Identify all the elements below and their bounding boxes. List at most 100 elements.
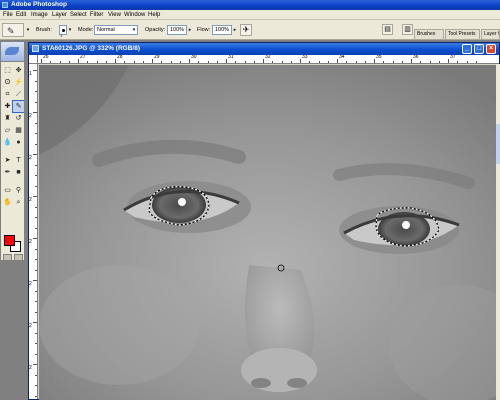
- eraser-icon[interactable]: ▱: [2, 125, 13, 136]
- quick-mask-button[interactable]: [14, 254, 23, 260]
- ruler-tick: [189, 59, 190, 63]
- path-select-icon[interactable]: ➤: [2, 155, 13, 166]
- menu-filter[interactable]: Filter: [90, 11, 103, 19]
- tool-preset-picker[interactable]: ✎: [2, 23, 24, 37]
- close-button[interactable]: ×: [486, 44, 496, 54]
- menu-view[interactable]: View: [108, 11, 121, 19]
- ruler-minor-tick: [35, 269, 37, 271]
- standard-mode-button[interactable]: [3, 254, 12, 260]
- shape-icon[interactable]: ■: [13, 167, 24, 178]
- chevron-down-icon[interactable]: ▾: [67, 25, 73, 35]
- foreground-color-swatch[interactable]: [4, 235, 15, 246]
- app-title-bar: Adobe Photoshop: [0, 0, 500, 10]
- menu-window[interactable]: Window: [124, 11, 145, 19]
- ruler-number: 37: [450, 55, 456, 60]
- menu-layer[interactable]: Layer: [52, 11, 67, 19]
- chevron-down-icon[interactable]: ▾: [25, 25, 31, 35]
- ruler-tick: [33, 70, 37, 71]
- zoom-icon[interactable]: ⌕: [13, 197, 24, 208]
- ruler-tick: [33, 238, 37, 239]
- ruler-tick: [152, 59, 153, 63]
- chevron-down-icon[interactable]: ▾: [131, 25, 137, 35]
- menu-edit[interactable]: Edit: [16, 11, 26, 19]
- palette-tab-tool-presets[interactable]: Tool Presets: [445, 29, 480, 39]
- ruler-minor-tick: [35, 259, 37, 260]
- adobe-feather-icon: [5, 47, 19, 55]
- menu-file[interactable]: File: [3, 11, 13, 19]
- scrollbar-thumb[interactable]: [496, 124, 500, 164]
- ruler-tick: [33, 364, 37, 365]
- ruler-tick: [41, 59, 42, 63]
- crop-icon[interactable]: ⌗: [2, 89, 13, 100]
- menu-image[interactable]: Image: [31, 11, 48, 19]
- ruler-minor-tick: [35, 311, 37, 313]
- brush-icon[interactable]: ✎: [12, 100, 24, 113]
- notes-icon[interactable]: ▭: [2, 185, 13, 196]
- ruler-minor-tick: [179, 61, 181, 63]
- ruler-tick: [33, 196, 37, 197]
- eyedropper-icon[interactable]: ⚲: [13, 185, 24, 196]
- maximize-button[interactable]: □: [474, 44, 484, 54]
- ruler-tick: [33, 322, 37, 323]
- ruler-tick: [337, 59, 338, 63]
- ruler-minor-tick: [35, 332, 37, 334]
- gradient-icon[interactable]: ▦: [13, 125, 24, 136]
- horizontal-ruler[interactable]: 26 27 28 29 30 31 32 33 34 35 36 37: [38, 55, 499, 64]
- chevron-right-icon[interactable]: ▸: [187, 25, 193, 35]
- ruler-origin[interactable]: [29, 55, 38, 64]
- ruler-number: 27: [80, 55, 86, 60]
- ruler-tick: [263, 59, 264, 63]
- ruler-minor-tick: [142, 61, 144, 63]
- ruler-minor-tick: [35, 385, 37, 386]
- document-title: STA60126.JPG @ 332% (RGB/8): [42, 45, 140, 52]
- marquee-icon[interactable]: ⬚: [2, 65, 13, 76]
- ruler-minor-tick: [35, 164, 37, 166]
- flow-field[interactable]: 100%: [212, 25, 232, 35]
- ruler-minor-tick: [383, 61, 385, 63]
- ruler-minor-tick: [35, 185, 37, 187]
- ruler-minor-tick: [466, 61, 468, 63]
- opacity-label: Opacity:: [145, 27, 166, 33]
- brush-icon: ✎: [7, 26, 15, 36]
- menu-select[interactable]: Select: [70, 11, 87, 19]
- document-window: STA60126.JPG @ 332% (RGB/8) _ □ × 26 27 28…: [28, 42, 500, 400]
- slice-icon[interactable]: ⟋: [13, 89, 24, 100]
- move-icon[interactable]: ✥: [13, 65, 24, 76]
- ruler-number: 35: [376, 55, 382, 60]
- ruler-minor-tick: [35, 101, 37, 103]
- image-canvas[interactable]: [39, 65, 499, 400]
- ruler-number: 29: [154, 55, 160, 60]
- toolbox-header[interactable]: [1, 42, 24, 62]
- minimize-button[interactable]: _: [462, 44, 472, 54]
- opacity-field[interactable]: 100%: [167, 25, 187, 35]
- hand-icon[interactable]: ✋: [2, 197, 13, 208]
- ruler-number: 32: [265, 55, 271, 60]
- menu-help[interactable]: Help: [148, 11, 160, 19]
- ruler-minor-tick: [124, 61, 126, 63]
- blur-icon[interactable]: 💧: [2, 137, 13, 148]
- chevron-right-icon[interactable]: ▸: [232, 25, 238, 35]
- pen-icon[interactable]: ✒: [2, 167, 13, 178]
- type-icon[interactable]: T: [13, 155, 24, 166]
- palette-tab-layer-comps[interactable]: Layer C: [481, 29, 500, 39]
- vertical-ruler[interactable]: 1 2 2 2 2 2 2 2: [29, 64, 38, 399]
- ruler-minor-tick: [35, 395, 37, 397]
- vertical-scrollbar[interactable]: [496, 64, 500, 400]
- palette-toggle-icon[interactable]: ▥: [402, 24, 413, 35]
- file-browser-icon[interactable]: ▤: [382, 24, 393, 35]
- ruler-number: 26: [43, 55, 49, 60]
- ruler-number: 1: [29, 71, 32, 77]
- magic-wand-icon[interactable]: ⚡: [13, 77, 24, 88]
- healing-icon[interactable]: ✚: [2, 101, 13, 112]
- document-title-bar[interactable]: STA60126.JPG @ 332% (RGB/8) _ □ ×: [29, 43, 499, 55]
- ruler-minor-tick: [35, 290, 37, 292]
- dodge-icon[interactable]: ●: [13, 137, 24, 148]
- ruler-minor-tick: [475, 61, 477, 63]
- ruler-number: 31: [228, 55, 234, 60]
- lasso-icon[interactable]: ʘ: [2, 77, 13, 88]
- stamp-icon[interactable]: ♜: [2, 113, 13, 124]
- history-brush-icon[interactable]: ↺: [13, 113, 24, 124]
- ruler-minor-tick: [170, 61, 172, 63]
- airbrush-toggle-icon[interactable]: ✈: [240, 24, 252, 36]
- palette-tab-brushes[interactable]: Brushes: [414, 29, 444, 39]
